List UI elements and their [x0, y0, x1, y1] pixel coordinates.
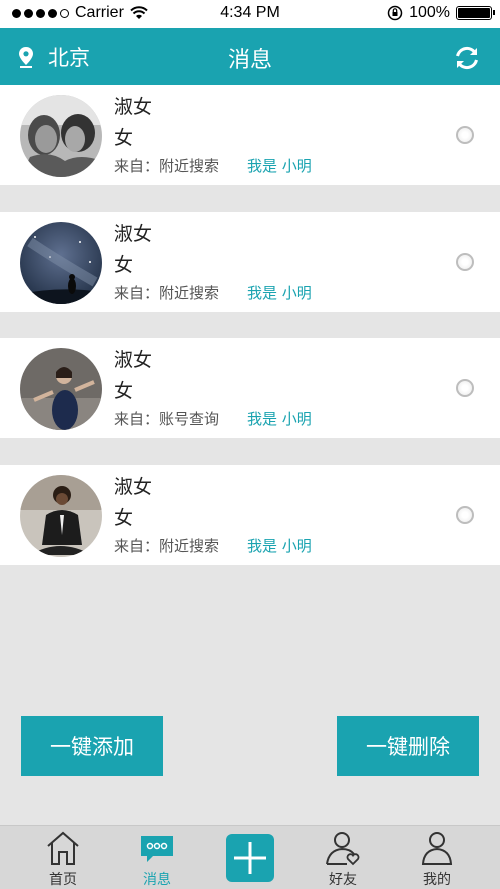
contact-name: 淑女: [114, 96, 153, 118]
home-icon: [47, 831, 79, 865]
request-message: 我是 小明: [247, 537, 312, 555]
tab-bar: 首页 消息 好友 我的: [0, 825, 500, 889]
contact-name: 淑女: [114, 476, 153, 498]
plus-icon: [234, 842, 266, 874]
contact-gender: 女: [114, 380, 134, 402]
rotation-lock-icon: [387, 5, 403, 21]
request-source: 来自：账号查询: [114, 410, 220, 428]
select-radio[interactable]: [456, 126, 474, 144]
battery-icon: [456, 6, 495, 20]
request-message: 我是 小明: [247, 157, 312, 175]
tab-label: 我的: [423, 872, 451, 888]
tab-messages[interactable]: 消息: [112, 826, 202, 889]
list-item[interactable]: 淑女 女 来自：附近搜索 我是 小明: [0, 465, 500, 565]
refresh-icon[interactable]: [452, 43, 482, 73]
delete-all-button[interactable]: 一键删除: [337, 716, 479, 776]
avatar: [20, 475, 102, 557]
chat-icon: [141, 836, 173, 862]
avatar: [20, 95, 102, 177]
tab-label: 首页: [49, 872, 77, 888]
add-all-button[interactable]: 一键添加: [21, 716, 163, 776]
friends-icon: [326, 832, 360, 866]
add-button[interactable]: [226, 834, 274, 882]
page-title: 消息: [227, 48, 272, 73]
request-source: 来自：附近搜索: [114, 284, 220, 302]
battery-label: 100%: [409, 4, 450, 21]
request-source: 来自：附近搜索: [114, 157, 220, 175]
contact-gender: 女: [114, 507, 134, 529]
nav-header: 北京 消息: [0, 28, 500, 85]
avatar: [20, 222, 102, 304]
list-item[interactable]: 淑女 女 来自：账号查询 我是 小明: [0, 338, 500, 438]
contact-name: 淑女: [114, 223, 153, 245]
contact-gender: 女: [114, 127, 134, 149]
select-radio[interactable]: [456, 379, 474, 397]
request-source: 来自：附近搜索: [114, 537, 220, 555]
request-message: 我是 小明: [247, 284, 312, 302]
tab-profile[interactable]: 我的: [392, 826, 482, 889]
request-message: 我是 小明: [247, 410, 312, 428]
contact-gender: 女: [114, 254, 134, 276]
tab-friends[interactable]: 好友: [298, 826, 388, 889]
select-radio[interactable]: [456, 253, 474, 271]
tab-home[interactable]: 首页: [18, 826, 108, 889]
list-item[interactable]: 淑女 女 来自：附近搜索 我是 小明: [0, 212, 500, 312]
tab-label: 好友: [329, 872, 357, 888]
contact-name: 淑女: [114, 349, 153, 371]
tab-label: 消息: [143, 872, 171, 888]
select-radio[interactable]: [456, 506, 474, 524]
profile-icon: [421, 832, 453, 865]
status-bar: Carrier 4:34 PM 100%: [0, 0, 500, 28]
avatar: [20, 348, 102, 430]
list-item[interactable]: 淑女 女 来自：附近搜索 我是 小明: [0, 85, 500, 185]
status-right: 100%: [387, 4, 495, 22]
